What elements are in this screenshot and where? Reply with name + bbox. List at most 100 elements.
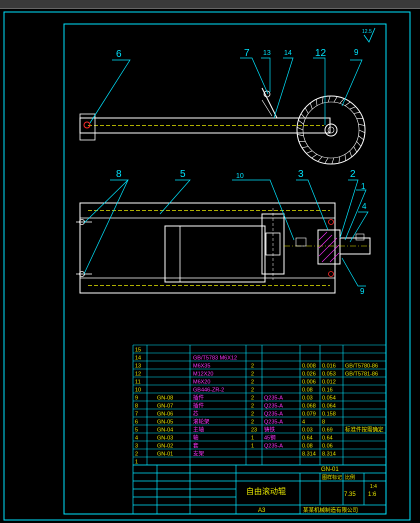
- bom-cell-qty: 1: [251, 436, 254, 442]
- front-view-assembly: [76, 202, 372, 294]
- bom-cell-unit-weight: 0.079: [302, 412, 316, 418]
- balloon-5: 5: [180, 169, 186, 180]
- balloon-8: 8: [116, 169, 122, 180]
- company-name: 某某机械制造有限公司: [303, 506, 358, 514]
- sheet-size: A3: [258, 508, 266, 514]
- bom-cell-code: GN-02: [157, 444, 173, 450]
- balloon-10: 10: [236, 173, 244, 180]
- bom-cell-material: Q235-A: [264, 404, 283, 410]
- title-ratio: 1:6: [368, 492, 377, 498]
- bom-cell-code: GN-06: [157, 412, 173, 418]
- bom-cell-name: GB446-ZR-2: [193, 388, 224, 394]
- bom-cell-name: M6X35: [193, 364, 210, 370]
- bom-cell-total-weight: 0.053: [322, 372, 336, 378]
- bom-cell-number: 2: [135, 452, 138, 458]
- inner-frame: [63, 23, 387, 515]
- bom-cell-total-weight: 0.064: [322, 404, 336, 410]
- bom-cell-unit-weight: 8.314: [302, 452, 316, 458]
- bom-cell-total-weight: 0.06: [322, 444, 333, 450]
- drawing-title: 自由滚动辊: [246, 486, 286, 496]
- bom-cell-code: GN-04: [157, 428, 173, 434]
- balloon-12: 12: [315, 48, 327, 59]
- bom-cell-number: 5: [135, 428, 138, 434]
- bom-cell-number: 15: [135, 348, 141, 354]
- top-view-wheel: [296, 95, 366, 165]
- bom-cell-note: GB/T5780-86: [345, 364, 378, 370]
- bom-cell-unit-weight: 0.006: [302, 380, 316, 386]
- bom-cell-material: 铸铁: [264, 426, 276, 434]
- bom-cell-number: 14: [135, 356, 141, 362]
- bom-cell-name: 轴: [193, 434, 199, 442]
- bom-cell-code: GN-01: [157, 452, 173, 458]
- bom-cell-number: 9: [135, 396, 138, 402]
- bom-cell-qty: 2: [251, 420, 254, 426]
- bom-cell-number: 10: [135, 388, 141, 394]
- bom-cell-name: 支架: [193, 450, 205, 458]
- bom-cell-qty: 2: [251, 388, 254, 394]
- bom-cell-unit-weight: 0.08: [302, 388, 313, 394]
- bom-cell-qty: 2: [251, 364, 254, 370]
- bom-cell-code: GN-08: [157, 396, 173, 402]
- title-scale-small: 1:4: [370, 484, 377, 490]
- bom-cell-name: 套: [193, 442, 199, 450]
- bom-cell-note: 标准件按需确定: [345, 426, 384, 434]
- bom-cell-code: GN-07: [157, 404, 173, 410]
- balloon-9-top: 9: [354, 48, 359, 57]
- bom-cell-qty: 2: [251, 372, 254, 378]
- bom-cell-name: GB/T5783 M6X12: [193, 356, 237, 362]
- cad-drawing[interactable]: 12.5 6 7 13 14 12 9 8 5 10 3 2 1 4 9 151…: [0, 8, 420, 523]
- bom-cell-name: 滚轮架: [193, 418, 210, 426]
- part-balloons: 6 7 13 14 12 9 8 5 10 3 2 1 4 9: [116, 48, 367, 296]
- bom-cell-total-weight: 8.314: [322, 452, 336, 458]
- bom-cell-unit-weight: 0.03: [302, 396, 313, 402]
- bom-cell-qty: 23: [251, 428, 257, 434]
- bom-cell-number: 12: [135, 372, 141, 378]
- bom-cell-total-weight: 8: [322, 420, 325, 426]
- bom-cell-name: 芯: [193, 410, 199, 418]
- balloon-3: 3: [298, 169, 304, 180]
- outer-frame: [3, 11, 411, 521]
- surface-finish-symbol: 12.5: [362, 27, 376, 43]
- balloon-9-bottom: 9: [360, 287, 365, 296]
- bom-cell-unit-weight: 0.03: [302, 428, 313, 434]
- leader-lines: [83, 57, 369, 287]
- surface-finish-label: 12.5: [362, 29, 372, 35]
- bom-cell-material: 45钢: [264, 434, 276, 442]
- bom-cell-number: 3: [135, 444, 138, 450]
- title-weight-label: 比例: [345, 474, 355, 481]
- bom-cell-total-weight: 0.054: [322, 396, 336, 402]
- bom-cell-code: GN-05: [157, 420, 173, 426]
- bom-cell-number: 13: [135, 364, 141, 370]
- balloon-7: 7: [244, 48, 250, 59]
- bom-cell-total-weight: 0.158: [322, 412, 336, 418]
- bill-of-materials: 1514 GB/T5783 M6X1213 M6X35 2 0.008 0.016 GB/T…: [132, 344, 387, 466]
- bom-cell-number: 11: [135, 380, 141, 386]
- title-mark-label: 图样标记: [322, 474, 342, 481]
- bom-cell-name: 主轴: [193, 426, 205, 434]
- bom-cell-unit-weight: 0.068: [302, 404, 316, 410]
- bom-cell-note: GB/T5781-86: [345, 372, 378, 378]
- title-weight-value: 7.35: [344, 492, 356, 498]
- bom-cell-qty: 2: [251, 396, 254, 402]
- bom-cell-total-weight: 0.69: [322, 428, 333, 434]
- bom-cell-total-weight: 0.64: [322, 436, 333, 442]
- top-view-arm: [79, 87, 331, 141]
- bom-cell-total-weight: 0.16: [322, 388, 333, 394]
- bom-cell-total-weight: 0.012: [322, 380, 336, 386]
- bom-cell-unit-weight: 0.08: [302, 444, 313, 450]
- balloon-13: 13: [263, 50, 271, 57]
- bom-cell-name: M12X20: [193, 372, 214, 378]
- bom-cell-name: 插件: [193, 402, 205, 410]
- bom-cell-qty: 1: [251, 444, 254, 450]
- bom-cell-material: Q235-A: [264, 444, 283, 450]
- balloon-14: 14: [284, 50, 292, 57]
- bom-cell-unit-weight: 4: [302, 420, 305, 426]
- bom-cell-unit-weight: 0.64: [302, 436, 313, 442]
- bom-cell-number: 6: [135, 420, 138, 426]
- bom-cell-material: Q235-A: [264, 420, 283, 426]
- bom-cell-qty: 2: [251, 404, 254, 410]
- bom-cell-number: 7: [135, 412, 138, 418]
- bom-cell-number: 8: [135, 404, 138, 410]
- bom-cell-qty: 2: [251, 380, 254, 386]
- bom-cell-material: Q235-A: [264, 412, 283, 418]
